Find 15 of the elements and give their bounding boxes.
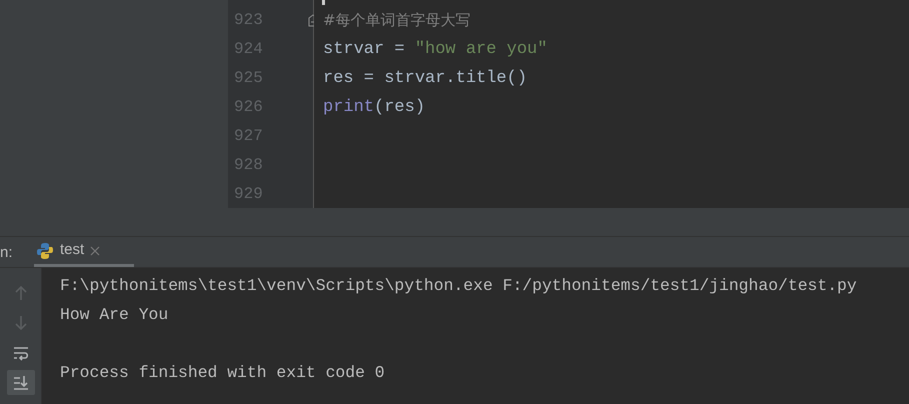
code-token: (res)	[374, 97, 426, 119]
code-comment: #每个单词首字母大写	[323, 10, 471, 31]
python-icon	[36, 242, 54, 260]
code-token: print	[323, 97, 374, 119]
panel-label: n:	[0, 243, 14, 263]
console-line: F:\pythonitems\test1\venv\Scripts\python.exe F:/pythonitems/test1/jinghao/test.py	[60, 275, 858, 297]
console-line: Process finished with exit code 0	[60, 362, 386, 384]
scroll-to-end-icon	[12, 374, 30, 392]
close-icon[interactable]	[90, 246, 100, 256]
code-token: "how are you"	[414, 39, 548, 61]
console-line: How Are You	[60, 304, 170, 326]
code-token: res = strvar.title()	[323, 68, 528, 90]
scroll-to-end-button[interactable]	[6, 370, 34, 395]
text-cursor	[322, 0, 325, 5]
code-token: strvar =	[323, 39, 406, 61]
